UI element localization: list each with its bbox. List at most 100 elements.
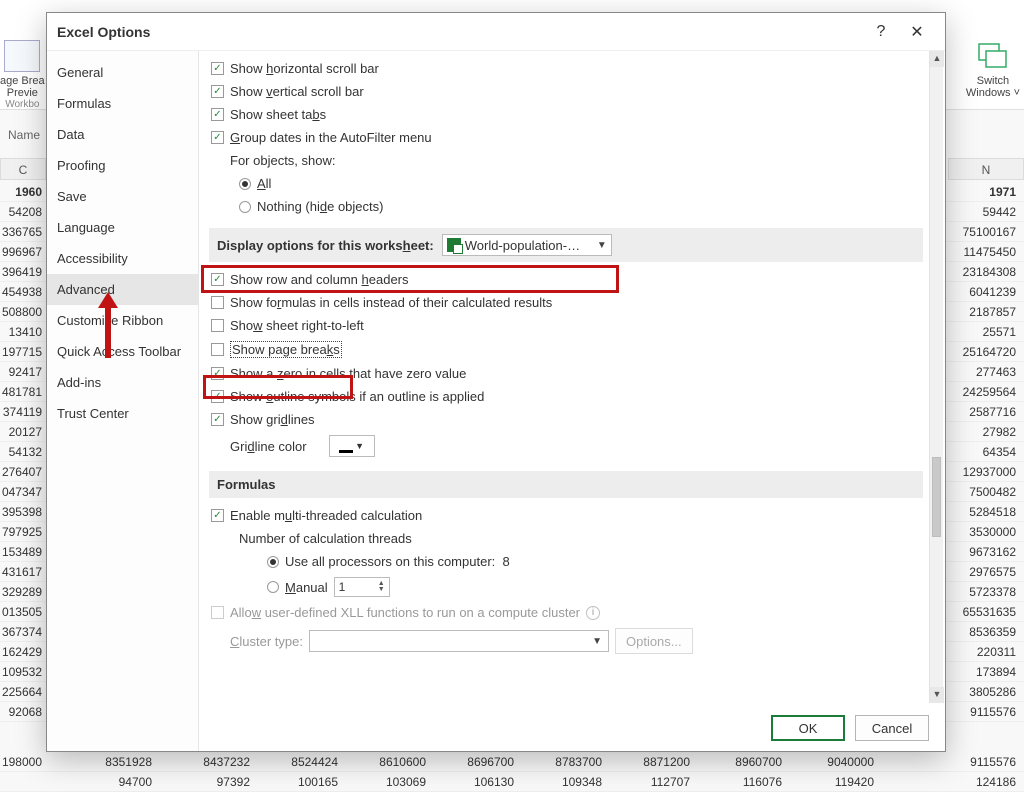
cell[interactable]: 94700 bbox=[70, 772, 156, 792]
show-zero-option[interactable]: Show a zero in cells that have zero valu… bbox=[209, 362, 923, 385]
cell[interactable]: 9673162 bbox=[944, 542, 1020, 562]
show-vertical-scrollbar-option[interactable]: Show vertical scroll bar bbox=[209, 80, 923, 103]
show-sheet-rtl-option[interactable]: Show sheet right-to-left bbox=[209, 314, 923, 337]
help-button[interactable]: ? bbox=[863, 17, 899, 47]
cell[interactable]: 92068 bbox=[0, 702, 46, 722]
group-dates-autofilter-option[interactable]: Group dates in the AutoFilter menu bbox=[209, 126, 923, 149]
cell[interactable]: 5723378 bbox=[944, 582, 1020, 602]
cell[interactable]: 75100167 bbox=[944, 222, 1020, 242]
nav-item-add-ins[interactable]: Add-ins bbox=[47, 367, 198, 398]
nav-item-quick-access-toolbar[interactable]: Quick Access Toolbar bbox=[47, 336, 198, 367]
info-icon[interactable]: i bbox=[586, 606, 600, 620]
cell[interactable]: 2187857 bbox=[944, 302, 1020, 322]
cell[interactable]: 11475450 bbox=[944, 242, 1020, 262]
nav-item-save[interactable]: Save bbox=[47, 181, 198, 212]
cell[interactable]: 396419 bbox=[0, 262, 46, 282]
cell[interactable]: 197715 bbox=[0, 342, 46, 362]
enable-multithreaded-option[interactable]: Enable multi-threaded calculation bbox=[209, 504, 923, 527]
cell[interactable]: 7500482 bbox=[944, 482, 1020, 502]
cell[interactable]: 336765 bbox=[0, 222, 46, 242]
cell[interactable]: 59442 bbox=[944, 202, 1020, 222]
cell[interactable]: 54132 bbox=[0, 442, 46, 462]
nav-item-proofing[interactable]: Proofing bbox=[47, 150, 198, 181]
nav-item-accessibility[interactable]: Accessibility bbox=[47, 243, 198, 274]
nav-item-customize-ribbon[interactable]: Customize Ribbon bbox=[47, 305, 198, 336]
cell[interactable]: 481781 bbox=[0, 382, 46, 402]
show-gridlines-option[interactable]: Show gridlines bbox=[209, 408, 923, 431]
cell[interactable]: 153489 bbox=[0, 542, 46, 562]
cell[interactable]: 97392 bbox=[168, 772, 254, 792]
cell[interactable]: 109348 bbox=[520, 772, 606, 792]
show-formulas-option[interactable]: Show formulas in cells instead of their … bbox=[209, 291, 923, 314]
cell[interactable]: 92417 bbox=[0, 362, 46, 382]
cell[interactable]: 24259564 bbox=[944, 382, 1020, 402]
nav-item-formulas[interactable]: Formulas bbox=[47, 88, 198, 119]
cell[interactable]: 109532 bbox=[0, 662, 46, 682]
cell[interactable]: 9115576 bbox=[944, 752, 1020, 772]
cancel-button[interactable]: Cancel bbox=[855, 715, 929, 741]
scroll-down-icon[interactable]: ▼ bbox=[930, 687, 944, 703]
cell[interactable]: 013505 bbox=[0, 602, 46, 622]
content-vertical-scrollbar[interactable]: ▲ ▼ bbox=[929, 51, 943, 703]
cell[interactable]: 25571 bbox=[944, 322, 1020, 342]
ribbon-page-break-preview[interactable]: age Brea Previe Workbo bbox=[0, 40, 45, 110]
cell[interactable]: 8960700 bbox=[700, 752, 786, 772]
cell[interactable]: 5284518 bbox=[944, 502, 1020, 522]
cell[interactable]: 6041239 bbox=[944, 282, 1020, 302]
cell[interactable]: 64354 bbox=[944, 442, 1020, 462]
cell[interactable]: 8783700 bbox=[520, 752, 606, 772]
spinner-down-icon[interactable]: ▼ bbox=[378, 587, 385, 593]
objects-nothing-radio[interactable]: Nothing (hide objects) bbox=[209, 195, 923, 218]
cell[interactable]: 277463 bbox=[944, 362, 1020, 382]
cell[interactable]: 119420 bbox=[792, 772, 878, 792]
cell[interactable]: 8696700 bbox=[432, 752, 518, 772]
cell[interactable]: 112707 bbox=[608, 772, 694, 792]
cell[interactable]: 173894 bbox=[944, 662, 1020, 682]
manual-threads-radio[interactable]: Manual 1 ▲▼ bbox=[209, 573, 923, 601]
nav-item-data[interactable]: Data bbox=[47, 119, 198, 150]
cell[interactable]: 65531635 bbox=[944, 602, 1020, 622]
cell[interactable]: 8437232 bbox=[168, 752, 254, 772]
objects-all-radio[interactable]: All bbox=[209, 172, 923, 195]
cell[interactable]: 1971 bbox=[944, 182, 1020, 202]
column-header-C[interactable]: C bbox=[0, 158, 46, 180]
cell[interactable]: 106130 bbox=[432, 772, 518, 792]
show-horizontal-scrollbar-option[interactable]: Show horizontal scroll bar bbox=[209, 57, 923, 80]
show-row-col-headers-option[interactable]: Show row and column headers bbox=[209, 268, 923, 291]
ribbon-switch-windows[interactable]: Switch Windows ˅ bbox=[966, 40, 1020, 99]
cell[interactable]: 13410 bbox=[0, 322, 46, 342]
cell[interactable]: 374119 bbox=[0, 402, 46, 422]
all-processors-radio[interactable]: Use all processors on this computer: 8 bbox=[209, 550, 923, 573]
cell[interactable]: 8610600 bbox=[344, 752, 430, 772]
cell[interactable]: 797925 bbox=[0, 522, 46, 542]
cell[interactable]: 198000 bbox=[0, 752, 46, 772]
cell[interactable]: 454938 bbox=[0, 282, 46, 302]
cell[interactable]: 395398 bbox=[0, 502, 46, 522]
scrollbar-thumb[interactable] bbox=[932, 457, 941, 537]
cell[interactable]: 23184308 bbox=[944, 262, 1020, 282]
worksheet-selector[interactable]: World-population-… ▼ bbox=[442, 234, 612, 256]
cell[interactable]: 3530000 bbox=[944, 522, 1020, 542]
gridline-color-picker[interactable]: ▼ bbox=[329, 435, 375, 457]
nav-item-advanced[interactable]: Advanced bbox=[47, 274, 198, 305]
cell[interactable]: 9040000 bbox=[792, 752, 878, 772]
nav-item-language[interactable]: Language bbox=[47, 212, 198, 243]
cell[interactable]: 047347 bbox=[0, 482, 46, 502]
cell[interactable]: 12937000 bbox=[944, 462, 1020, 482]
cell[interactable]: 8871200 bbox=[608, 752, 694, 772]
close-button[interactable]: ✕ bbox=[899, 17, 935, 47]
cell[interactable]: 116076 bbox=[700, 772, 786, 792]
scrollbar-track[interactable] bbox=[930, 67, 943, 687]
cell[interactable]: 220311 bbox=[944, 642, 1020, 662]
cell[interactable]: 9115576 bbox=[944, 702, 1020, 722]
cell[interactable]: 1960 bbox=[0, 182, 46, 202]
show-page-breaks-option[interactable]: Show page breaks bbox=[209, 337, 923, 362]
cell[interactable]: 2587716 bbox=[944, 402, 1020, 422]
cell[interactable]: 431617 bbox=[0, 562, 46, 582]
cell[interactable]: 20127 bbox=[0, 422, 46, 442]
show-sheet-tabs-option[interactable]: Show sheet tabs bbox=[209, 103, 923, 126]
cell[interactable]: 367374 bbox=[0, 622, 46, 642]
cell[interactable]: 27982 bbox=[944, 422, 1020, 442]
cell[interactable]: 225664 bbox=[0, 682, 46, 702]
cell[interactable]: 8351928 bbox=[70, 752, 156, 772]
